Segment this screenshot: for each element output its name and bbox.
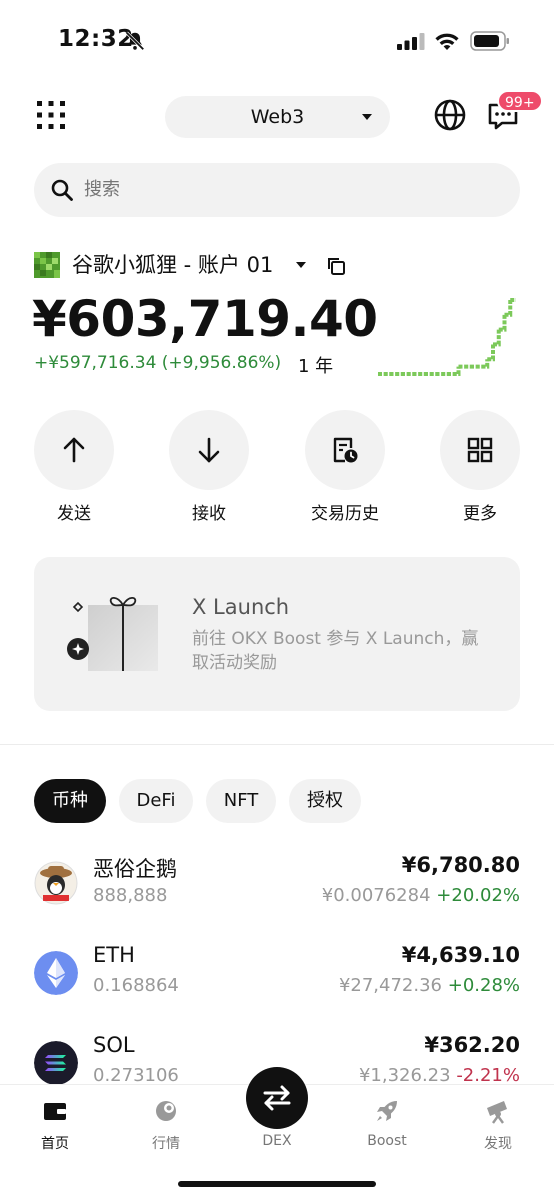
asset-row-eth[interactable]: ETH 0.168864 ¥4,639.10 ¥27,472.36 +0.28% xyxy=(34,943,520,1013)
caret-down-icon xyxy=(296,262,306,268)
asset-tabs: 币种 DeFi NFT 授权 xyxy=(34,779,534,823)
sparkline-segment xyxy=(481,359,490,369)
rocket-icon xyxy=(377,1101,397,1121)
asset-price: ¥27,472.36 xyxy=(338,975,442,996)
sparkline-segment xyxy=(487,344,495,362)
wallet-icon xyxy=(44,1103,66,1120)
battery-icon xyxy=(470,31,509,51)
asset-change: +20.02% xyxy=(436,885,520,906)
grid-more-icon xyxy=(467,437,493,463)
tab-nft[interactable]: NFT xyxy=(206,779,276,823)
more-button-circle xyxy=(440,410,520,490)
bell-muted-icon xyxy=(125,31,145,51)
section-divider xyxy=(0,744,554,745)
asset-row-penguin[interactable]: 恶俗企鹅 888,888 ¥6,780.80 ¥0.0076284 +20.02… xyxy=(34,853,520,923)
receive-button[interactable]: 接收 xyxy=(169,410,249,525)
bottom-navigation: 首页 行情 DEX Boost 发现 xyxy=(0,1067,554,1200)
more-label: 更多 xyxy=(463,504,497,524)
history-label: 交易历史 xyxy=(311,504,379,524)
cellular-signal-icon xyxy=(397,33,425,50)
nav-boost[interactable]: Boost xyxy=(342,1097,432,1157)
balance-sparkline xyxy=(378,298,516,376)
swap-icon xyxy=(263,1085,291,1111)
search-bar[interactable] xyxy=(34,163,520,217)
asset-price-change: ¥27,472.36 +0.28% xyxy=(339,975,520,996)
promo-banner[interactable]: X Launch 前往 OKX Boost 参与 X Launch，赢取活动奖励 xyxy=(34,557,520,711)
solana-logo xyxy=(34,1041,78,1085)
asset-name: 恶俗企鹅 xyxy=(93,857,177,881)
home-indicator[interactable] xyxy=(178,1181,376,1187)
asset-change: +0.28% xyxy=(447,975,520,996)
nav-market-label: 行情 xyxy=(152,1136,180,1152)
asset-name: SOL xyxy=(93,1033,135,1057)
send-label: 发送 xyxy=(57,504,91,524)
status-bar: 12:32 xyxy=(0,0,554,84)
asset-price-change: ¥1,326.23 -2.21% xyxy=(359,1065,520,1086)
network-label: Web3 xyxy=(250,106,305,128)
more-button[interactable]: 更多 xyxy=(440,410,520,525)
account-selector[interactable]: 谷歌小狐狸 - 账户 01 xyxy=(34,250,434,282)
nav-discover[interactable]: 发现 xyxy=(453,1097,543,1157)
promo-title: X Launch xyxy=(192,595,290,619)
nav-discover-label: 发现 xyxy=(484,1136,512,1152)
market-icon xyxy=(156,1101,176,1121)
asset-value: ¥4,639.10 xyxy=(401,943,520,967)
asset-price: ¥0.0076284 xyxy=(321,885,431,906)
receive-button-circle xyxy=(169,410,249,490)
sparkline-segment xyxy=(493,329,501,347)
history-button[interactable]: 交易历史 xyxy=(305,410,385,525)
tab-defi[interactable]: DeFi xyxy=(119,779,193,823)
apps-grid-icon[interactable] xyxy=(36,100,66,130)
arrow-down-icon xyxy=(198,437,220,463)
telescope-icon xyxy=(487,1101,507,1124)
history-button-circle xyxy=(305,410,385,490)
search-icon xyxy=(51,179,73,201)
network-switcher[interactable]: Web3 xyxy=(165,96,390,138)
send-button[interactable]: 发送 xyxy=(34,410,114,525)
nav-market[interactable]: 行情 xyxy=(121,1097,211,1157)
asset-quantity: 0.168864 xyxy=(93,975,179,996)
tab-approvals[interactable]: 授权 xyxy=(289,779,361,823)
penguin-token-logo xyxy=(34,861,78,905)
promo-description: 前往 OKX Boost 参与 X Launch，赢取活动奖励 xyxy=(192,629,479,673)
ethereum-logo xyxy=(34,951,78,995)
caret-down-icon xyxy=(362,114,372,120)
gift-box-illustration xyxy=(67,596,158,671)
wifi-icon xyxy=(435,33,459,50)
tab-tokens[interactable]: 币种 xyxy=(34,779,106,823)
status-time: 12:32 xyxy=(58,26,134,52)
search-input[interactable] xyxy=(84,163,484,217)
send-button-circle xyxy=(34,410,114,490)
sparkline-segment xyxy=(498,314,507,332)
asset-change: -2.21% xyxy=(456,1065,520,1086)
total-balance: ¥603,719.40 xyxy=(32,290,378,348)
sparkline-segment xyxy=(452,366,461,376)
nav-dex-label: DEX xyxy=(262,1133,292,1149)
account-name: 谷歌小狐狸 - 账户 01 xyxy=(72,253,274,277)
nav-home[interactable]: 首页 xyxy=(10,1097,100,1157)
nav-home-label: 首页 xyxy=(41,1136,69,1152)
asset-name: ETH xyxy=(93,943,135,967)
dex-swap-button[interactable] xyxy=(246,1067,308,1129)
arrow-up-icon xyxy=(63,437,85,463)
asset-value: ¥362.20 xyxy=(424,1033,520,1057)
account-avatar xyxy=(34,252,60,278)
asset-quantity: 0.273106 xyxy=(93,1065,179,1086)
nav-boost-label: Boost xyxy=(367,1133,407,1149)
copy-icon[interactable] xyxy=(326,256,346,276)
top-header: Web3 99+ xyxy=(0,90,554,144)
period-selector[interactable]: 1 年 xyxy=(298,352,333,378)
receive-label: 接收 xyxy=(192,504,226,524)
messages-badge: 99+ xyxy=(497,90,543,112)
sparkline-segment xyxy=(504,300,513,317)
asset-price: ¥1,326.23 xyxy=(358,1065,451,1086)
asset-quantity: 888,888 xyxy=(93,885,168,906)
globe-icon[interactable] xyxy=(433,98,467,132)
asset-value: ¥6,780.80 xyxy=(401,853,520,877)
asset-price-change: ¥0.0076284 +20.02% xyxy=(322,885,520,906)
history-icon xyxy=(333,437,358,463)
profit-and-loss: +¥597,716.34 (+9,956.86%) xyxy=(34,353,282,373)
